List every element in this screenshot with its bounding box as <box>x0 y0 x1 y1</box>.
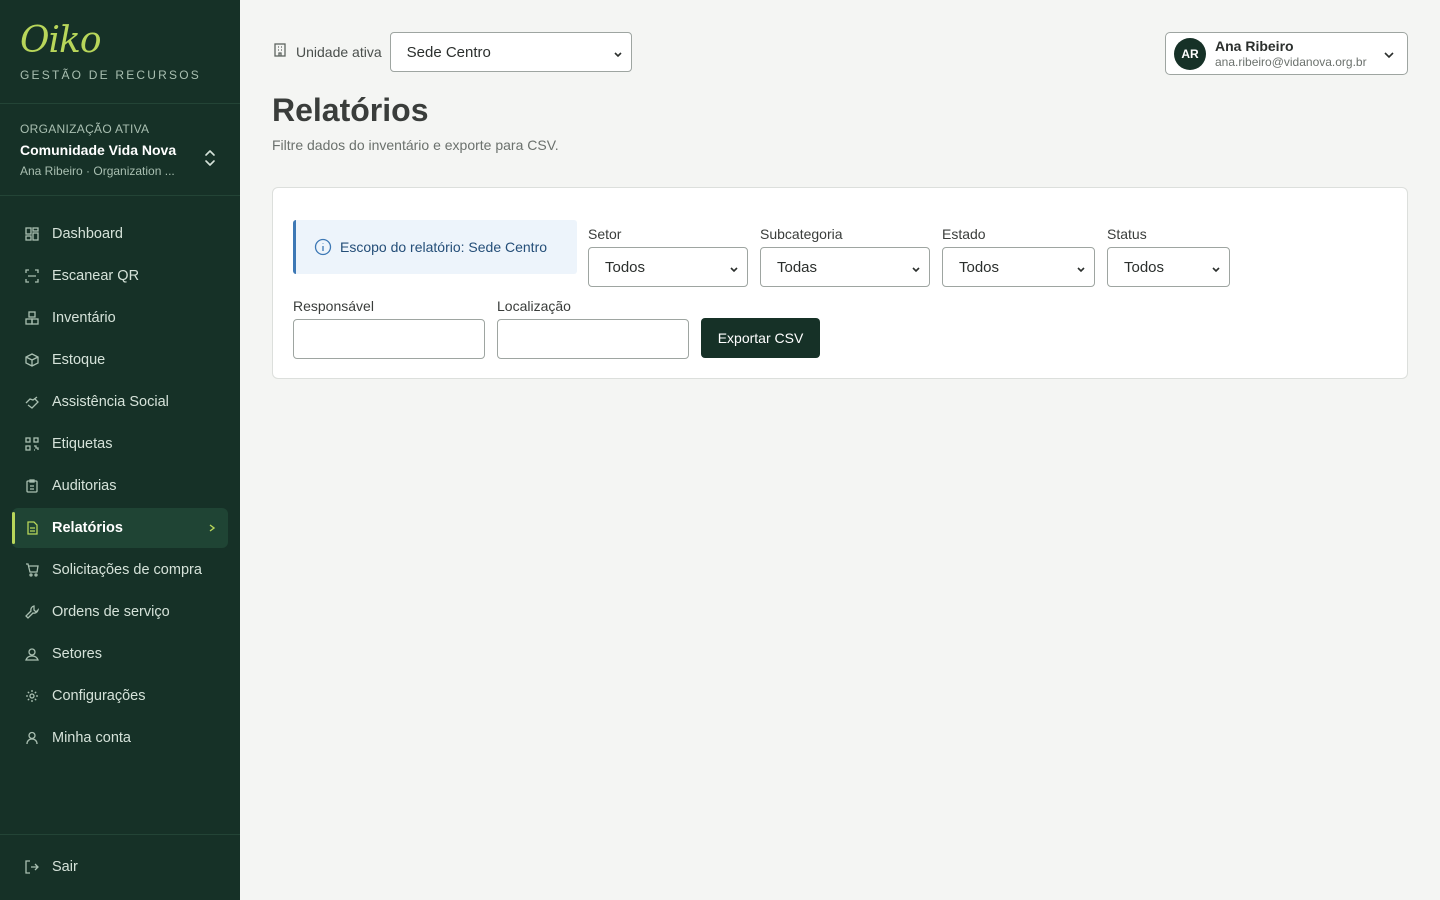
sidebar-item-assistencia-social[interactable]: Assistência Social <box>12 382 228 422</box>
user-menu[interactable]: AR Ana Ribeiro ana.ribeiro@vidanova.org.… <box>1165 32 1408 75</box>
responsavel-input[interactable] <box>293 319 485 359</box>
sidebar-item-minha-conta[interactable]: Minha conta <box>12 718 228 758</box>
sidebar-item-label: Minha conta <box>52 730 131 746</box>
chevron-down-icon <box>911 262 921 279</box>
clipboard-icon <box>24 478 40 494</box>
status-field: Status Todos <box>1107 226 1230 287</box>
estado-field: Estado Todos <box>942 226 1095 287</box>
sidebar-item-auditorias[interactable]: Auditorias <box>12 466 228 506</box>
responsavel-label: Responsável <box>293 298 374 314</box>
responsavel-field: Responsável <box>293 298 485 359</box>
chevron-down-icon <box>729 262 739 279</box>
sidebar-item-label: Etiquetas <box>52 436 113 452</box>
users-icon <box>24 646 40 662</box>
sidebar-item-estoque[interactable]: Estoque <box>12 340 228 380</box>
localizacao-input[interactable] <box>497 319 689 359</box>
chevron-down-icon <box>613 47 623 64</box>
chevron-down-icon <box>1076 262 1086 279</box>
sidebar-item-label: Assistência Social <box>52 394 169 410</box>
status-value: Todos <box>1124 258 1165 276</box>
sidebar-item-ordens-servico[interactable]: Ordens de serviço <box>12 592 228 632</box>
handshake-icon <box>24 394 40 410</box>
page-title: Relatórios <box>272 92 429 128</box>
building-icon <box>272 42 288 63</box>
localizacao-label: Localização <box>497 298 571 314</box>
avatar: AR <box>1174 37 1206 70</box>
org-name: Comunidade Vida Nova <box>20 142 177 158</box>
sidebar-item-label: Escanear QR <box>52 268 140 284</box>
info-icon <box>314 238 332 256</box>
setor-select[interactable]: Todos <box>588 247 748 287</box>
org-switcher[interactable]: ORGANIZAÇÃO ATIVA Comunidade Vida Nova A… <box>0 104 240 196</box>
boxes-icon <box>24 310 40 326</box>
chevron-down-icon <box>1383 48 1395 66</box>
sidebar-item-relatorios[interactable]: Relatórios <box>12 508 228 548</box>
sidebar-item-label: Ordens de serviço <box>52 604 170 620</box>
sidebar-item-label: Auditorias <box>52 478 117 494</box>
gear-icon <box>24 688 40 704</box>
estado-label: Estado <box>942 226 986 242</box>
user-name: Ana Ribeiro <box>1215 37 1294 54</box>
logout-button[interactable]: Sair <box>12 847 228 887</box>
sidebar: Oiko GESTÃO DE RECURSOS ORGANIZAÇÃO ATIV… <box>0 0 240 900</box>
active-unit-selector: Unidade ativa Sede Centro <box>272 32 632 72</box>
sidebar-item-inventario[interactable]: Inventário <box>12 298 228 338</box>
sidebar-item-label: Estoque <box>52 352 106 368</box>
org-meta: Ana Ribeiro · Organization ... <box>20 164 175 178</box>
report-filters-card: Escopo do relatório: Sede Centro Setor T… <box>272 187 1408 379</box>
sidebar-item-label: Solicitações de compra <box>52 562 202 578</box>
brand-subtitle: GESTÃO DE RECURSOS <box>20 68 201 82</box>
logout-icon <box>24 859 40 875</box>
subcategoria-value: Todas <box>777 258 818 276</box>
sidebar-item-label: Inventário <box>52 310 116 326</box>
brand: Oiko GESTÃO DE RECURSOS <box>0 0 240 104</box>
qr-code-icon <box>24 436 40 452</box>
subcategoria-select[interactable]: Todas <box>760 247 930 287</box>
status-label: Status <box>1107 226 1147 242</box>
sidebar-item-etiquetas[interactable]: Etiquetas <box>12 424 228 464</box>
user-info: Ana Ribeiro ana.ribeiro@vidanova.org.br <box>1215 38 1367 70</box>
chevron-right-icon <box>208 520 216 540</box>
package-icon <box>24 352 40 368</box>
user-email: ana.ribeiro@vidanova.org.br <box>1215 54 1367 69</box>
status-select[interactable]: Todos <box>1107 247 1230 287</box>
org-label: ORGANIZAÇÃO ATIVA <box>20 122 150 136</box>
subcategoria-field: Subcategoria Todas <box>760 226 930 287</box>
sidebar-item-configuracoes[interactable]: Configurações <box>12 676 228 716</box>
wrench-icon <box>24 604 40 620</box>
setor-field: Setor Todos <box>588 226 748 287</box>
chevron-down-icon <box>1211 262 1221 279</box>
estado-select[interactable]: Todos <box>942 247 1095 287</box>
page-subtitle: Filtre dados do inventário e exporte par… <box>272 137 559 153</box>
user-icon <box>24 730 40 746</box>
scan-icon <box>24 268 40 284</box>
logout-label: Sair <box>52 859 78 875</box>
sidebar-item-label: Configurações <box>52 688 146 704</box>
unit-label: Unidade ativa <box>296 44 382 60</box>
sidebar-item-escanear-qr[interactable]: Escanear QR <box>12 256 228 296</box>
sidebar-item-dashboard[interactable]: Dashboard <box>12 214 228 254</box>
localizacao-field: Localização <box>497 298 689 359</box>
unit-select-value: Sede Centro <box>406 43 491 61</box>
export-csv-button[interactable]: Exportar CSV <box>701 318 820 358</box>
sidebar-footer: Sair <box>0 834 240 900</box>
logo[interactable]: Oiko <box>20 22 220 60</box>
report-scope-notice: Escopo do relatório: Sede Centro <box>293 220 577 274</box>
grid-icon <box>24 226 40 242</box>
unit-select[interactable]: Sede Centro <box>389 32 632 72</box>
cart-icon <box>24 562 40 578</box>
sidebar-item-label: Setores <box>52 646 102 662</box>
setor-label: Setor <box>588 226 622 242</box>
sidebar-item-solicitacoes-compra[interactable]: Solicitações de compra <box>12 550 228 590</box>
estado-value: Todos <box>959 258 1000 276</box>
scope-text: Escopo do relatório: Sede Centro <box>340 239 548 255</box>
setor-value: Todos <box>605 258 646 276</box>
sidebar-item-label: Relatórios <box>52 520 123 536</box>
subcategoria-label: Subcategoria <box>760 226 843 242</box>
sidebar-nav: Dashboard Escanear QR Inventário Estoque… <box>0 196 240 758</box>
sidebar-item-setores[interactable]: Setores <box>12 634 228 674</box>
chevrons-up-down-icon[interactable] <box>202 148 218 168</box>
file-text-icon <box>24 520 40 536</box>
sidebar-item-label: Dashboard <box>52 226 123 242</box>
